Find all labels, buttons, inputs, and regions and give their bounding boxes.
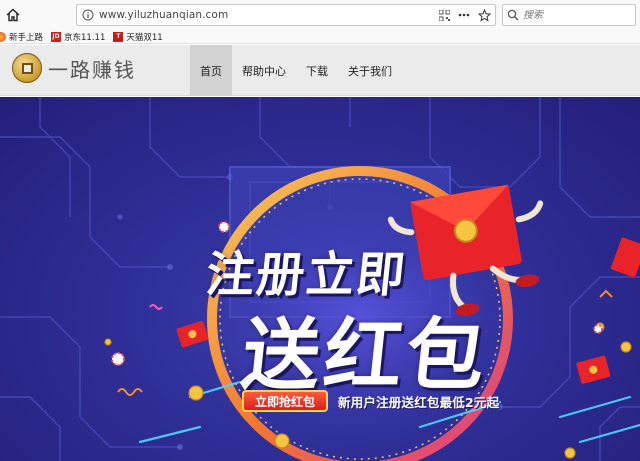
qr-code-icon[interactable] (437, 7, 451, 23)
bookmark-label: 京东11.11 (64, 32, 106, 43)
grab-redpacket-button[interactable]: 立即抢红包 (242, 390, 328, 412)
home-icon[interactable] (4, 6, 22, 24)
url-bar[interactable]: www.yiluzhuanqian.com (76, 4, 496, 26)
url-text[interactable]: www.yiluzhuanqian.com (99, 9, 228, 21)
promo-banner[interactable]: 注册立即 送红包 立即抢红包 新用户注册送红包最低2元起 (0, 97, 640, 461)
search-icon (507, 6, 519, 25)
tmall-icon: T (113, 31, 124, 42)
search-box[interactable] (502, 4, 636, 26)
squiggle-decoration (117, 388, 143, 396)
bookmark-newbie[interactable]: 新手上路 (0, 31, 43, 43)
bookmark-label: 天猫双11 (126, 32, 163, 43)
more-icon[interactable] (457, 7, 471, 23)
nav-item-help[interactable]: 帮助中心 (232, 45, 296, 96)
info-icon[interactable] (77, 5, 99, 25)
search-input[interactable] (523, 9, 623, 21)
site-header: 一路赚钱 首页 帮助中心 下载 关于我们 (0, 45, 640, 96)
browser-toolbar: www.yiluzhuanqian.com (0, 0, 640, 30)
jd-icon: JD (51, 31, 62, 42)
logo-text: 一路赚钱 (48, 57, 136, 82)
bookmark-star-icon[interactable] (477, 7, 491, 23)
small-envelope-icon (576, 355, 611, 384)
main-nav: 首页 帮助中心 下载 关于我们 (190, 45, 402, 96)
firefox-icon (0, 31, 6, 42)
coin-icon (12, 53, 42, 83)
nav-item-about[interactable]: 关于我们 (338, 45, 402, 96)
bookmark-tmall[interactable]: T 天猫双11 (113, 31, 163, 43)
nav-item-home[interactable]: 首页 (190, 45, 232, 96)
bookmark-jd[interactable]: JD 京东11.11 (51, 31, 105, 43)
site-logo[interactable]: 一路赚钱 (12, 53, 136, 83)
bookmark-label: 新手上路 (9, 32, 44, 43)
promo-subline: 新用户注册送红包最低2元起 (338, 395, 500, 410)
bookmarks-bar: 新手上路 JD 京东11.11 T 天猫双11 (0, 30, 640, 44)
headline-redpacket: 送红包 (237, 311, 494, 401)
small-envelope-icon (610, 237, 640, 278)
nav-item-download[interactable]: 下载 (296, 45, 338, 96)
